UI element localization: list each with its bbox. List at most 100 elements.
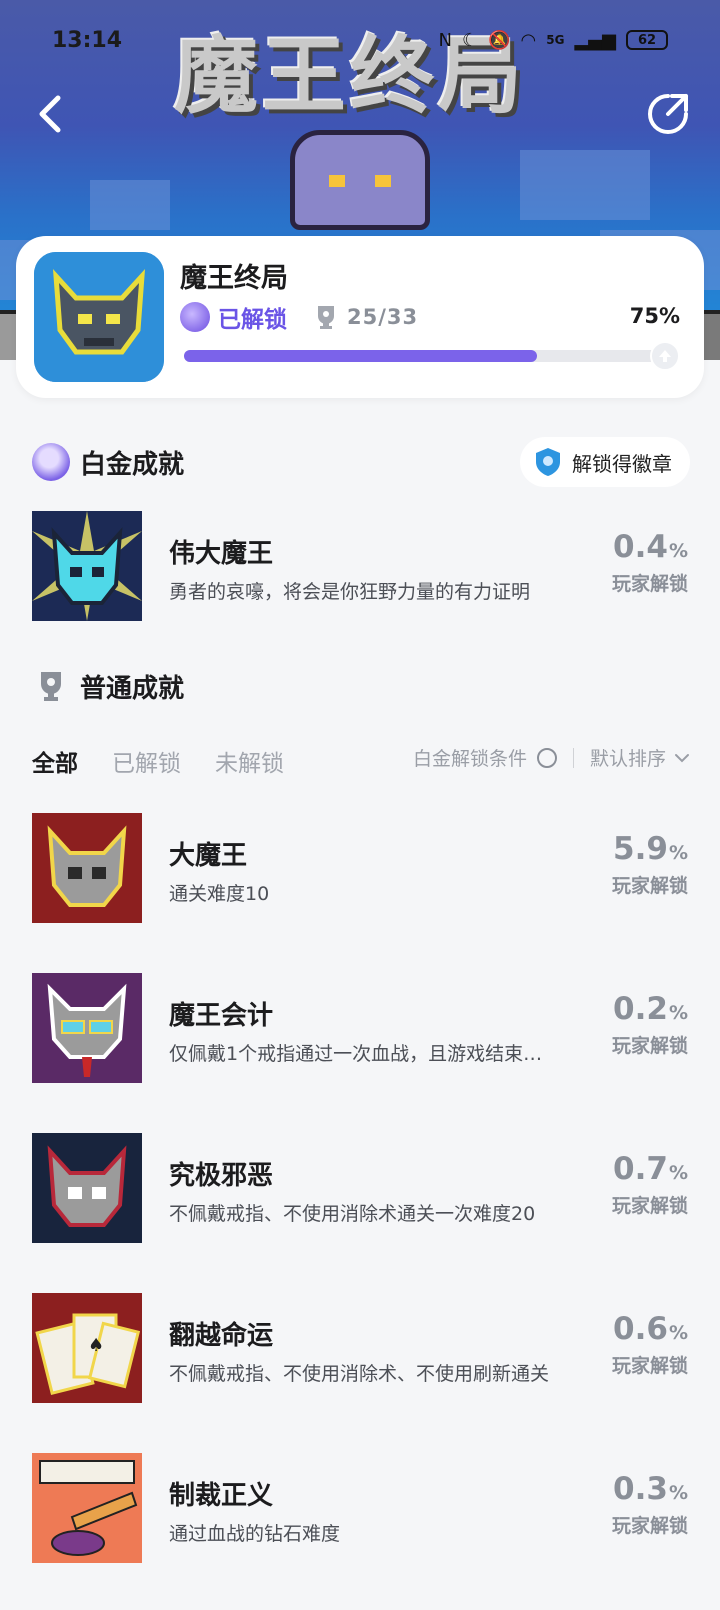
platinum-trophy-icon [180, 302, 210, 332]
battery-icon: 62 [626, 30, 668, 50]
normal-section-title: 普通成就 [80, 673, 185, 704]
nfc-icon: N [438, 29, 452, 51]
platinum-section-title: 白金成就 [80, 449, 185, 480]
achievement-item[interactable]: 魔王会计 仅佩戴1个戒指通过一次血战，且游戏结束时持有 0.2% 玩家解锁 [32, 973, 688, 1083]
achievement-description: 勇者的哀嚎，将会是你狂野力量的有力证明 [169, 581, 531, 603]
achievement-rate: 0.3% 玩家解锁 [612, 1471, 688, 1538]
unlock-badge-label: 解锁得徽章 [572, 451, 672, 476]
game-icon [34, 252, 164, 382]
status-icons: N ☾ 🔕 ◠ 5G ▂▄▆ 62 [439, 30, 668, 51]
unlock-count: 25/33 [347, 305, 419, 329]
rate-caption: 玩家解锁 [611, 573, 688, 595]
network-label: 5G [546, 33, 565, 47]
achievement-image [32, 1133, 142, 1243]
achievement-image [32, 973, 142, 1083]
rate-unit: % [668, 842, 688, 864]
arrow-up-icon [659, 350, 671, 362]
achievement-image: ♠ [32, 1293, 142, 1403]
rate-unit: % [668, 1322, 688, 1344]
share-button[interactable] [642, 88, 694, 140]
bonk-hammer-icon [32, 1453, 142, 1563]
platinum-achievement-item[interactable]: 伟大魔王 勇者的哀嚎，将会是你狂野力量的有力证明 0.4% 玩家解锁 [32, 511, 688, 621]
unlock-status-row: 已解锁 25/33 [180, 300, 418, 334]
achievement-image [32, 1453, 142, 1563]
banner-cloud [520, 150, 650, 220]
normal-section-header: 普通成就 [32, 664, 184, 708]
platinum-section-header: 白金成就 [32, 440, 184, 484]
rate-caption: 玩家解锁 [611, 1515, 688, 1537]
rate-value: 0.3 [613, 1471, 668, 1507]
achievement-rate: 0.4% 玩家解锁 [612, 529, 688, 596]
back-button[interactable] [24, 88, 76, 140]
achievement-name: 大魔王 [169, 841, 248, 871]
platinum-trophy-icon [32, 443, 70, 481]
achievement-rate: 5.9% 玩家解锁 [612, 831, 688, 898]
signal-icon: ▂▄▆ [574, 29, 616, 51]
rate-caption: 玩家解锁 [611, 1355, 688, 1377]
banner-monster-image [290, 130, 430, 230]
achievement-description: 不佩戴戒指、不使用消除术通关一次难度20 [169, 1203, 536, 1225]
svg-text:♠: ♠ [88, 1335, 104, 1356]
achievement-item[interactable]: ♠ 翻越命运 不佩戴戒指、不使用消除术、不使用刷新通关 0.6% 玩家解锁 [32, 1293, 688, 1403]
status-bar: 13:14 N ☾ 🔕 ◠ 5G ▂▄▆ 62 [0, 0, 720, 80]
back-arrow-icon [39, 95, 61, 133]
accountant-skull-icon [32, 973, 142, 1083]
achievement-name: 魔王会计 [169, 1001, 274, 1031]
progress-bar [184, 341, 680, 371]
rate-value: 0.2 [613, 991, 668, 1027]
achievement-item[interactable]: 究极邪恶 不佩戴戒指、不使用消除术通关一次难度20 0.7% 玩家解锁 [32, 1133, 688, 1243]
achievement-description: 通过血战的钻石难度 [169, 1523, 341, 1545]
achievement-rate: 0.7% 玩家解锁 [612, 1151, 688, 1218]
rate-unit: % [668, 1002, 688, 1024]
shield-badge-icon [536, 448, 560, 476]
progress-fill [184, 350, 537, 362]
achievement-name: 翻越命运 [169, 1321, 274, 1351]
rate-unit: % [668, 1482, 688, 1504]
achievement-name: 究极邪恶 [169, 1161, 274, 1191]
rate-value: 0.6 [613, 1311, 668, 1347]
rate-caption: 玩家解锁 [611, 875, 688, 897]
unlock-badge-button[interactable]: 解锁得徽章 [520, 437, 690, 487]
divider [572, 747, 574, 768]
achievement-description: 通关难度10 [169, 883, 270, 905]
achievement-name: 伟大魔王 [169, 539, 274, 569]
rate-value: 0.7 [613, 1151, 668, 1187]
share-icon [648, 94, 688, 134]
achievement-description: 仅佩戴1个戒指通过一次血战，且游戏结束时持有 [169, 1043, 559, 1065]
status-time: 13:14 [52, 27, 123, 53]
achievement-description: 不佩戴戒指、不使用消除术、不使用刷新通关 [169, 1363, 550, 1385]
glowing-skull-icon [32, 511, 142, 621]
progress-percent: 75% [629, 304, 680, 328]
achievement-rate: 0.6% 玩家解锁 [612, 1311, 688, 1378]
monster-eye [375, 175, 391, 187]
trophy-icon [318, 306, 334, 329]
platinum-condition-label[interactable]: 白金解锁条件 [413, 744, 527, 771]
achievement-image [32, 813, 142, 923]
progress-end-marker [650, 341, 680, 371]
tab-unlocked[interactable]: 已解锁 [112, 744, 181, 778]
tab-all[interactable]: 全部 [32, 744, 78, 778]
radio-icon[interactable] [536, 747, 557, 768]
rate-caption: 玩家解锁 [611, 1035, 688, 1057]
rate-unit: % [668, 1162, 688, 1184]
achievement-item[interactable]: 大魔王 通关难度10 5.9% 玩家解锁 [32, 813, 688, 923]
trophy-icon [32, 667, 70, 705]
achievement-image [32, 511, 142, 621]
unlock-status-label: 已解锁 [218, 307, 287, 333]
mute-icon: 🔕 [488, 29, 511, 51]
monster-eye [329, 175, 345, 187]
game-summary-card[interactable]: 魔王终局 已解锁 25/33 75% [16, 236, 704, 398]
rate-caption: 玩家解锁 [611, 1195, 688, 1217]
rate-value: 5.9 [613, 831, 668, 867]
achievement-item[interactable]: 制裁正义 通过血战的钻石难度 0.3% 玩家解锁 [32, 1453, 688, 1563]
rate-value: 0.4 [613, 529, 668, 565]
sort-dropdown[interactable]: 默认排序 [590, 744, 666, 771]
wifi-icon: ◠ [520, 29, 537, 51]
rate-unit: % [668, 540, 688, 562]
achievement-name: 制裁正义 [169, 1481, 274, 1511]
evil-skull-icon [32, 1133, 142, 1243]
tab-locked[interactable]: 未解锁 [215, 744, 284, 778]
achievement-rate: 0.2% 玩家解锁 [612, 991, 688, 1058]
game-title: 魔王终局 [180, 263, 288, 294]
chevron-down-icon[interactable] [674, 750, 690, 766]
